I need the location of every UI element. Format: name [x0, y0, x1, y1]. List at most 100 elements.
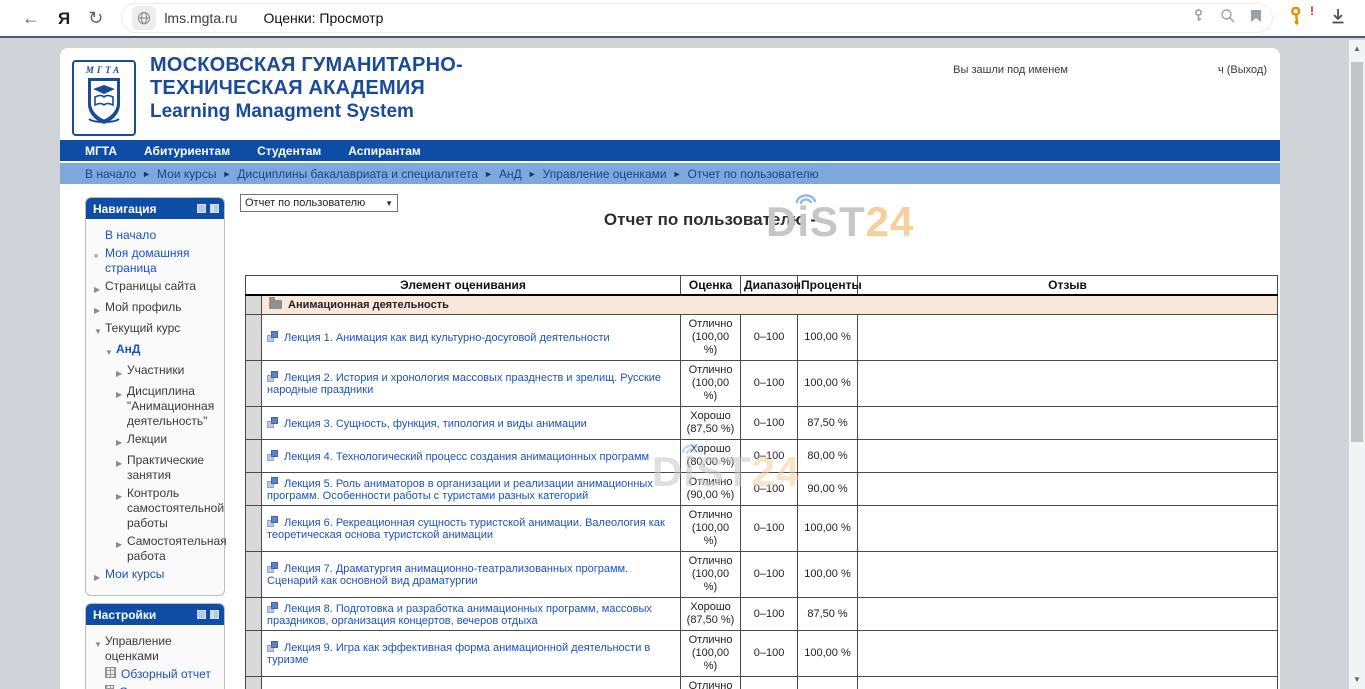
grade-item-link[interactable]: Лекция 1. Анимация как вид культурно-дос… — [284, 332, 610, 344]
logout-link[interactable]: ч (Выход) — [1218, 64, 1267, 76]
feedback-cell — [858, 473, 1278, 506]
bookmark-icon[interactable] — [1250, 9, 1262, 28]
key-icon[interactable] — [1191, 8, 1206, 28]
sidebar-item: ▼АнД — [90, 342, 220, 360]
tree-collapsed-icon[interactable]: ▶ — [116, 453, 127, 471]
range-cell: 0–100 — [741, 473, 798, 506]
grade-label: Отлично — [686, 555, 735, 568]
sidebar-item-label[interactable]: Мои курсы — [105, 567, 164, 582]
tree-expanded-icon[interactable]: ▼ — [94, 634, 105, 652]
breadcrumb-link[interactable]: Управление оценками — [543, 167, 667, 181]
downloads-icon[interactable] — [1329, 7, 1347, 30]
url-text[interactable]: lms.mgta.ru — [164, 10, 237, 26]
tree-collapsed-icon[interactable]: ▶ — [116, 363, 127, 381]
category-cell: Анимационная деятельность — [262, 295, 1278, 315]
menu-item-абитуриентам[interactable]: Абитуриентам — [144, 144, 230, 158]
sidebar-item: ■Моя домашняя страница — [90, 246, 220, 276]
feedback-cell — [858, 361, 1278, 407]
tree-collapsed-icon[interactable]: ▶ — [94, 279, 105, 297]
grade-percent: (80,00 %) — [686, 456, 735, 469]
sidebar-item-label[interactable]: Обзорный отчет — [121, 667, 211, 682]
sidebar-item-label[interactable]: Практические занятия — [127, 453, 220, 483]
dock-block-icon[interactable] — [210, 610, 219, 619]
scroll-up-icon[interactable]: ▲ — [1349, 42, 1365, 56]
grade-item-link[interactable]: Лекция 9. Игра как эффективная форма ани… — [267, 642, 650, 666]
sidebar-item-label[interactable]: Дисциплина "Анимационная деятельность" — [127, 384, 220, 429]
breadcrumb-link[interactable]: Отчет по пользователю — [688, 167, 819, 181]
scrollbar-thumb[interactable] — [1351, 62, 1363, 442]
indent-cell — [246, 407, 262, 440]
tree-collapsed-icon[interactable]: ▶ — [116, 534, 127, 552]
breadcrumb-link[interactable]: В начало — [85, 167, 136, 181]
collapse-block-icon[interactable] — [197, 610, 206, 619]
report-type-select[interactable]: Отчет по пользователю ▼ — [240, 194, 398, 212]
grade-percent: (100,00 %) — [686, 377, 735, 403]
percent-cell: 90,00 % — [798, 473, 858, 506]
breadcrumb-link[interactable]: Мои курсы — [157, 167, 216, 181]
menu-item-мгта[interactable]: МГТА — [85, 144, 117, 158]
bullet-icon: ■ — [94, 246, 105, 264]
folder-icon — [269, 300, 282, 309]
sidebar-item-label[interactable]: Мой профиль — [105, 300, 182, 315]
breadcrumb-separator-icon: ► — [673, 169, 682, 179]
page-scrollbar[interactable]: ▲ ▼ — [1349, 40, 1365, 689]
sidebar-item-label[interactable]: Отчет по пользователю — [119, 685, 220, 689]
sidebar-item-label[interactable]: Самостоятельная работа — [127, 534, 227, 564]
tree-collapsed-icon[interactable]: ▶ — [116, 432, 127, 450]
sidebar-item: ▶Лекции — [90, 432, 220, 450]
sidebar-item: ▶Контроль самостоятельной работы — [90, 486, 220, 531]
item-name-cell: Лекция 7. Драматургия анимационно-театра… — [262, 552, 681, 598]
sidebar-item-label[interactable]: Контроль самостоятельной работы — [127, 486, 224, 531]
globe-icon — [132, 6, 156, 30]
menu-item-студентам[interactable]: Студентам — [257, 144, 321, 158]
breadcrumb-link[interactable]: Дисциплины бакалавриата и специалитета — [237, 167, 478, 181]
address-bar[interactable]: lms.mgta.ru Оценки: Просмотр — [121, 3, 1273, 33]
feedback-cell — [858, 677, 1278, 689]
back-icon[interactable]: ← — [14, 5, 48, 31]
zoom-icon[interactable] — [1220, 8, 1236, 29]
grade-item-link[interactable]: Лекция 8. Подготовка и разработка анимац… — [267, 603, 652, 627]
sidebar-item-label[interactable]: Участники — [127, 363, 184, 378]
password-manager-icon[interactable]: ! — [1287, 7, 1307, 30]
grade-row: Лекция 4. Технологический процесс создан… — [246, 440, 1278, 473]
tree-collapsed-icon[interactable]: ▶ — [94, 567, 105, 585]
range-cell: 0–100 — [741, 440, 798, 473]
grade-item-link[interactable]: Лекция 2. История и хронология массовых … — [267, 372, 661, 396]
dock-block-icon[interactable] — [210, 204, 219, 213]
grade-item-link[interactable]: Лекция 5. Роль аниматоров в организации … — [267, 478, 653, 502]
breadcrumb-link[interactable]: АнД — [499, 167, 522, 181]
mgta-logo: МГТА — [72, 60, 136, 136]
grade-item-link[interactable]: Лекция 3. Сущность, функция, типология и… — [284, 418, 587, 430]
sidebar-item-label[interactable]: Моя домашняя страница — [105, 246, 220, 276]
tree-collapsed-icon[interactable]: ▶ — [116, 486, 127, 504]
column-header: Отзыв — [858, 276, 1278, 296]
tree-collapsed-icon[interactable]: ▶ — [116, 384, 127, 402]
reload-icon[interactable]: ↻ — [80, 5, 111, 31]
grade-item-link[interactable]: Лекция 7. Драматургия анимационно-театра… — [267, 563, 628, 587]
sidebar-item-label[interactable]: Страницы сайта — [105, 279, 196, 294]
sidebar-item-label[interactable]: Лекции — [127, 432, 167, 447]
grade-row: Лекция 1. Анимация как вид культурно-дос… — [246, 315, 1278, 361]
grade-item-link[interactable]: Лекция 4. Технологический процесс создан… — [284, 451, 649, 463]
sidebar-item-label[interactable]: Текущий курс — [105, 321, 180, 336]
tree-expanded-icon[interactable]: ▼ — [105, 342, 116, 360]
grade-row: Лекция 2. История и хронология массовых … — [246, 361, 1278, 407]
grade-label: Отлично — [686, 634, 735, 647]
feedback-cell — [858, 315, 1278, 361]
tree-expanded-icon[interactable]: ▼ — [94, 321, 105, 339]
settings-block: Настройки ▼Управление оценкамиОбзорный о… — [85, 603, 225, 689]
grade-item-link[interactable]: Лекция 6. Рекреационная сущность туристс… — [267, 517, 665, 541]
indent-cell — [246, 598, 262, 631]
tree-collapsed-icon[interactable]: ▶ — [94, 300, 105, 318]
grade-label: Хорошо — [686, 410, 735, 423]
yandex-logo-icon[interactable]: Я — [48, 6, 80, 31]
sidebar-item-label[interactable]: Управление оценками — [105, 634, 220, 664]
crest-icon — [83, 75, 125, 129]
sidebar-item-label[interactable]: В начало — [105, 228, 156, 243]
item-name-cell: Лекция 1. Анимация как вид культурно-дос… — [262, 315, 681, 361]
scroll-down-icon[interactable]: ▼ — [1349, 673, 1365, 687]
collapse-block-icon[interactable] — [197, 204, 206, 213]
grade-cell: Хорошо(80,00 %) — [681, 440, 741, 473]
sidebar-item-label[interactable]: АнД — [116, 342, 140, 357]
menu-item-аспирантам[interactable]: Аспирантам — [348, 144, 421, 158]
